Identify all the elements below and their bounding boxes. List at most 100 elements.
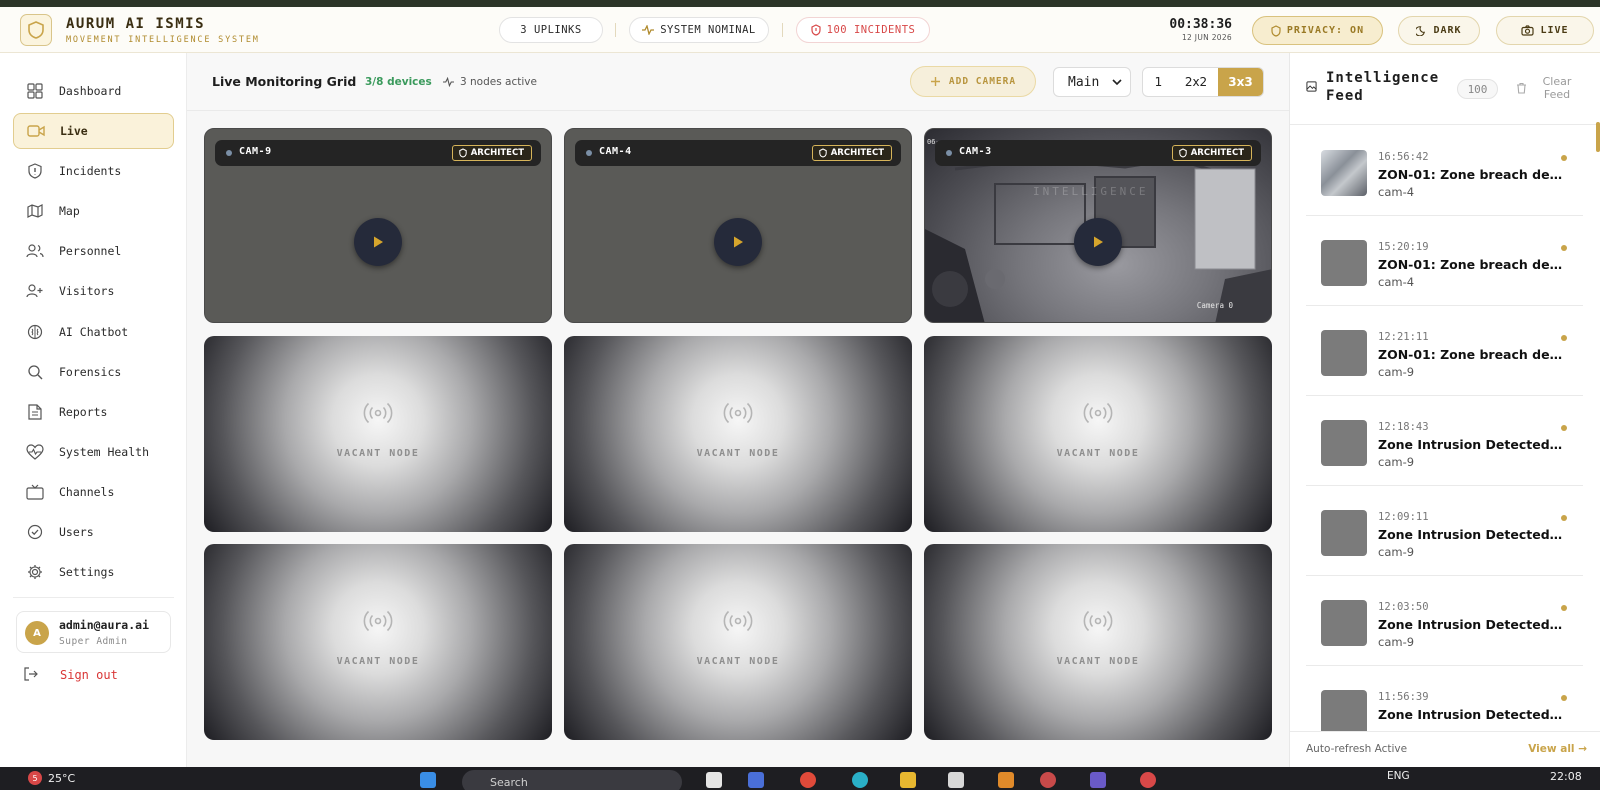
event-camera: cam-9 (1378, 635, 1415, 649)
privacy-toggle[interactable]: PRIVACY: ON (1252, 16, 1383, 45)
feed-item[interactable]: 12:09:11 Zone Intrusion Detected Detecte… (1306, 486, 1583, 576)
sidebar-item-live[interactable]: Live (13, 113, 174, 149)
event-thumbnail (1321, 420, 1367, 466)
app-icon[interactable] (748, 772, 764, 788)
app-icon[interactable] (706, 772, 722, 788)
stream-select[interactable]: Main (1053, 67, 1131, 97)
event-thumbnail (1321, 240, 1367, 286)
sidebar-item-label: Forensics (59, 365, 122, 379)
user-card[interactable]: A admin@aura.ai Super Admin (16, 611, 171, 653)
search-icon (25, 362, 45, 382)
sidebar-item-forensics[interactable]: Forensics (13, 354, 174, 390)
camera-header: CAM-3 ARCHITECT (935, 140, 1261, 166)
chrome-icon[interactable] (1040, 772, 1056, 788)
play-button[interactable] (1074, 218, 1122, 266)
sidebar-item-label: Incidents (59, 164, 122, 178)
app-icon[interactable] (1090, 772, 1106, 788)
shield-icon (458, 148, 467, 158)
vacant-node-tile[interactable]: VACANT NODE (564, 544, 912, 740)
vacant-node-tile[interactable]: VACANT NODE (924, 336, 1272, 532)
sidebar-item-label: Visitors (59, 284, 115, 298)
vacant-node-tile[interactable]: VACANT NODE (564, 336, 912, 532)
sidebar-item-ai-chatbot[interactable]: AI Chatbot (13, 314, 174, 350)
feed-list: 16:56:42 ZON-01: Zone breach detected ca… (1290, 126, 1600, 731)
video-icon (26, 121, 46, 141)
play-button[interactable] (354, 218, 402, 266)
vacant-node-tile[interactable]: VACANT NODE (924, 544, 1272, 740)
shield-alert-icon (811, 24, 821, 36)
taskbar-search[interactable]: Search (462, 770, 682, 790)
theme-toggle[interactable]: DARK (1398, 16, 1480, 45)
event-thumbnail (1321, 510, 1367, 556)
clear-feed-button[interactable]: Clear Feed (1516, 75, 1586, 101)
windows-start-icon[interactable] (420, 772, 436, 788)
feed-item[interactable]: 16:56:42 ZON-01: Zone breach detected ca… (1306, 126, 1583, 216)
chrome-icon[interactable] (800, 772, 816, 788)
event-message: ZON-01: Zone breach detected (1378, 347, 1566, 362)
layout-2x2-button[interactable]: 2x2 (1174, 68, 1218, 96)
radio-signal-icon (1083, 610, 1113, 632)
radio-signal-icon (723, 610, 753, 632)
dashboard-icon (25, 81, 45, 101)
role-badge: ARCHITECT (451, 145, 532, 161)
unread-dot (1561, 335, 1567, 341)
sidebar-item-reports[interactable]: Reports (13, 394, 174, 430)
camera-tile[interactable]: 06- INTELLIGENCE Camera 0 CAM-3 ARCHITEC… (924, 128, 1272, 323)
feed-item[interactable]: 12:21:11 ZON-01: Zone breach detected ca… (1306, 306, 1583, 396)
folder-icon[interactable] (900, 772, 916, 788)
system-status[interactable]: SYSTEM NOMINAL (629, 17, 769, 43)
play-icon (374, 236, 383, 248)
incidents-label: 100 INCIDENTS (826, 24, 916, 36)
event-time: 15:20:19 (1378, 241, 1429, 253)
feed-item[interactable]: 12:03:50 Zone Intrusion Detected Detecte… (1306, 576, 1583, 666)
sidebar-item-channels[interactable]: Channels (13, 474, 174, 510)
store-icon[interactable] (948, 772, 964, 788)
add-camera-button[interactable]: ADD CAMERA (910, 66, 1036, 97)
feed-item[interactable]: 11:56:39 Zone Intrusion Detected Detecte… (1306, 666, 1583, 731)
sidebar-item-personnel[interactable]: Personnel (13, 233, 174, 269)
vacant-node-tile[interactable]: VACANT NODE (204, 544, 552, 740)
image-icon (1306, 81, 1317, 92)
shield-alert-icon (25, 161, 45, 181)
shield-icon (1271, 24, 1281, 37)
event-thumbnail (1321, 150, 1367, 196)
sign-out-button[interactable]: Sign out (24, 663, 118, 687)
camera-header: CAM-9 ARCHITECT (215, 140, 541, 166)
uplinks-status[interactable]: 3 UPLINKS (499, 17, 603, 43)
vacant-node-tile[interactable]: VACANT NODE (204, 336, 552, 532)
sidebar-item-visitors[interactable]: Visitors (13, 273, 174, 309)
vacant-node-label: VACANT NODE (336, 448, 420, 459)
sidebar-item-system-health[interactable]: System Health (13, 434, 174, 470)
radio-signal-icon (363, 610, 393, 632)
app-icon[interactable] (998, 772, 1014, 788)
layout-3x3-button[interactable]: 3x3 (1218, 68, 1263, 96)
shield-logo-icon (20, 14, 52, 46)
edge-icon[interactable] (852, 772, 868, 788)
incidents-status[interactable]: 100 INCIDENTS (796, 17, 930, 43)
feed-item[interactable]: 15:20:19 ZON-01: Zone breach detected ca… (1306, 216, 1583, 306)
sidebar-item-users[interactable]: Users (13, 514, 174, 550)
device-count: 3/8 devices (365, 76, 432, 88)
language-indicator[interactable]: ENG (1387, 770, 1410, 782)
sidebar-item-incidents[interactable]: Incidents (13, 153, 174, 189)
event-camera: cam-9 (1378, 365, 1415, 379)
play-button[interactable] (714, 218, 762, 266)
view-all-link[interactable]: View all → (1528, 743, 1587, 755)
layout-1-button[interactable]: 1 (1143, 68, 1174, 96)
sidebar-item-label: Reports (59, 405, 108, 419)
feed-item[interactable]: 12:18:43 Zone Intrusion Detected Detecte… (1306, 396, 1583, 486)
status-dot (586, 150, 592, 156)
system-clock[interactable]: 22:08 (1550, 770, 1582, 783)
live-button[interactable]: LIVE (1496, 16, 1594, 45)
feed-scrollbar[interactable] (1596, 122, 1600, 152)
sidebar-item-map[interactable]: Map (13, 193, 174, 229)
main-content: Live Monitoring Grid 3/8 devices 3 nodes… (187, 53, 1289, 767)
sidebar-item-dashboard[interactable]: Dashboard (13, 73, 174, 109)
sidebar-item-settings[interactable]: Settings (13, 554, 174, 590)
weather-widget[interactable]: 5 25°C (28, 771, 75, 785)
camera-tile[interactable]: CAM-4 ARCHITECT (564, 128, 912, 323)
app-icon[interactable] (1140, 772, 1156, 788)
grid-toolbar: Live Monitoring Grid 3/8 devices 3 nodes… (187, 53, 1289, 111)
camera-tile[interactable]: CAM-9 ARCHITECT (204, 128, 552, 323)
sidebar-item-label: Dashboard (59, 84, 122, 98)
